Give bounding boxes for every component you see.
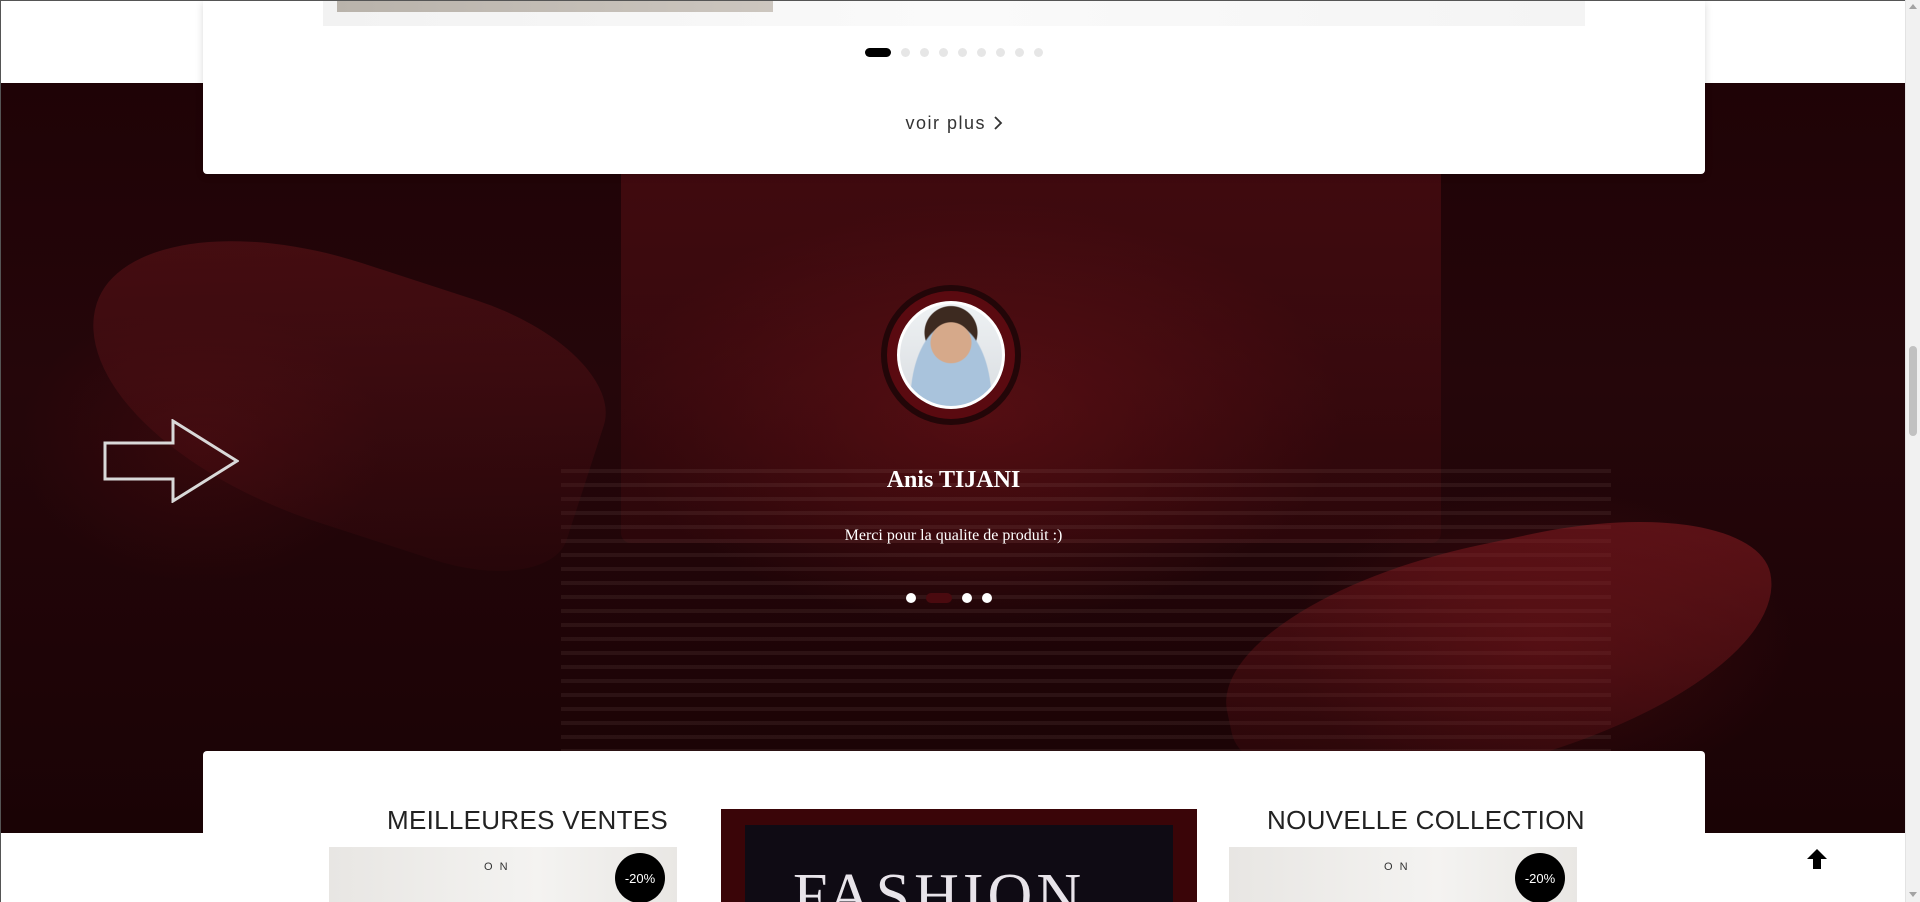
carousel-dot[interactable] [939,47,948,57]
thumb-brand-text: O N [1384,861,1410,873]
testimonial-dot[interactable] [906,593,916,603]
chevron-right-icon [993,113,1003,133]
collections-card: MEILLEURES VENTES NOUVELLE COLLECTION O … [203,751,1705,902]
scrollbar-thumb[interactable] [1909,346,1917,436]
carousel-dots [865,47,1043,57]
product-carousel[interactable] [323,1,1585,26]
fashion-banner[interactable]: FASHION [721,809,1197,902]
carousel-dot[interactable] [958,47,967,57]
carousel-dot[interactable] [920,47,929,57]
scroll-down-arrow-icon[interactable] [1909,892,1917,897]
carousel-dot[interactable] [901,47,910,57]
testimonials-section [1,83,1905,833]
page: voir plus Anis TIJANI Merci pour la qual… [0,0,1905,902]
carousel-dot[interactable] [1034,47,1043,57]
voir-plus-link[interactable]: voir plus [203,113,1705,134]
discount-badge: -20% [615,853,665,902]
page-scrollbar[interactable] [1905,0,1920,902]
carousel-dot[interactable] [977,47,986,57]
arrow-up-icon [1807,849,1827,869]
voir-plus-label: voir plus [905,113,986,133]
new-collection-title: NOUVELLE COLLECTION [1267,805,1585,835]
scroll-up-arrow-icon[interactable] [1909,4,1917,9]
fashion-banner-image: FASHION [745,825,1173,902]
avatar [897,301,1005,409]
fashion-banner-word: FASHION [793,862,1086,902]
products-card: voir plus [203,1,1705,174]
carousel-dot[interactable] [1015,47,1024,57]
testimonial-avatar-ring [887,291,1015,419]
testimonial-author: Anis TIJANI [886,467,1021,493]
thumb-brand-text: O N [484,861,510,873]
testimonial-dot[interactable] [982,593,992,603]
carousel-dot[interactable] [865,47,891,57]
product-thumbnail[interactable] [337,1,773,12]
carousel-dot[interactable] [996,47,1005,57]
testimonial-dot[interactable] [962,593,972,603]
best-sellers-title: MEILLEURES VENTES [387,805,669,835]
discount-badge: -20% [1515,853,1565,902]
testimonial-dots [906,593,992,603]
testimonial-dot[interactable] [926,593,952,603]
testimonial-message: Merci pour la qualite de produit :) [844,527,1063,544]
scroll-to-top-button[interactable] [1793,839,1841,879]
